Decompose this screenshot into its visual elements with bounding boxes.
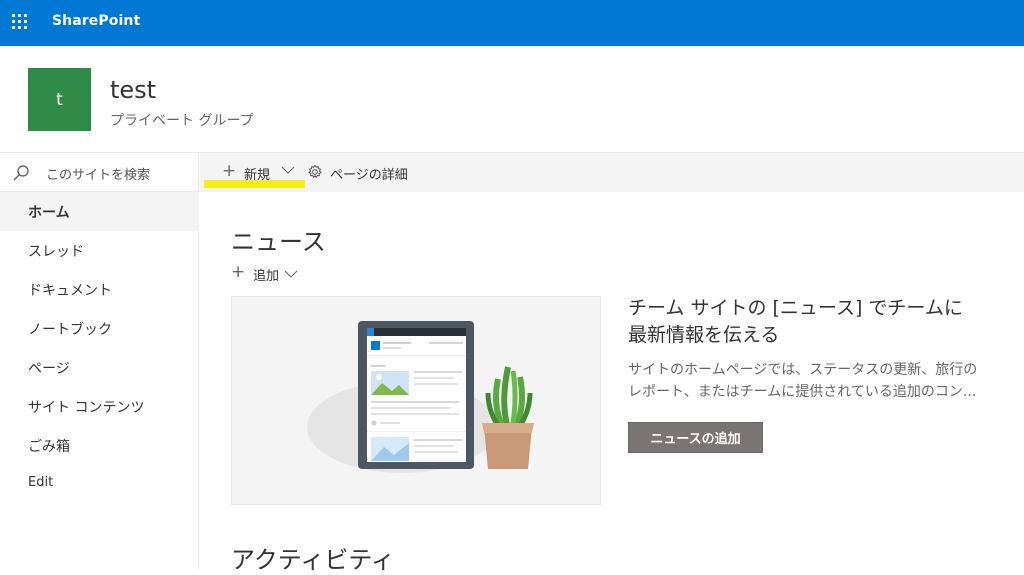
nav-item-label: スレッド (28, 244, 84, 260)
search-icon (13, 165, 29, 181)
search-box[interactable]: このサイトを検索 (0, 153, 199, 192)
promo-heading-line-2: 最新情報を伝える (628, 324, 780, 346)
site-logo[interactable]: t (28, 68, 91, 131)
add-label: 追加 (253, 269, 280, 284)
new-button[interactable]: + 新規 (222, 153, 304, 192)
site-subtitle: プライベート グループ (110, 113, 254, 129)
plus-icon: + (222, 161, 237, 181)
add-news-button[interactable]: ニュースの追加 (628, 422, 763, 453)
nav-item-label: ホーム (28, 205, 70, 221)
nav-item-label: サイト コンテンツ (28, 400, 145, 416)
news-illustration (231, 296, 601, 505)
activity-heading: アクティビティ (231, 546, 395, 574)
nav-item-label: ページ (28, 361, 70, 377)
nav-item-notebook[interactable]: ノートブック (0, 309, 199, 348)
nav-item-pages[interactable]: ページ (0, 348, 199, 387)
chevron-down-icon (281, 166, 295, 174)
new-label: 新規 (244, 168, 271, 183)
app-launcher-icon[interactable] (12, 14, 28, 30)
news-heading: ニュース (231, 228, 326, 256)
promo-heading-line-1: チーム サイトの [ニュース] でチームに (628, 297, 963, 319)
nav-item-recycle-bin[interactable]: ごみ箱 (0, 426, 199, 465)
chevron-down-icon (284, 270, 298, 278)
suite-bar: SharePoint (0, 0, 1024, 46)
site-logo-letter: t (56, 89, 63, 110)
nav-item-threads[interactable]: スレッド (0, 231, 199, 270)
nav-item-label: Edit (28, 475, 54, 490)
news-promo-heading: チーム サイトの [ニュース] でチームに 最新情報を伝える (628, 295, 1008, 349)
site-title[interactable]: test (110, 76, 156, 104)
promo-body-line-1: サイトのホームページでは、ステータスの更新、旅行の (628, 362, 978, 378)
plus-icon: + (231, 262, 246, 282)
news-promo-body: サイトのホームページでは、ステータスの更新、旅行の レポート、またはチームに提供… (628, 359, 1000, 403)
tablet-plant-illustration (307, 321, 534, 473)
nav-item-label: ドキュメント (28, 283, 112, 299)
nav-item-label: ごみ箱 (28, 439, 70, 455)
page-details-button[interactable]: ページの詳細 (306, 153, 416, 192)
nav-item-documents[interactable]: ドキュメント (0, 270, 199, 309)
add-news-link[interactable]: + 追加 (231, 262, 311, 284)
promo-body-line-2: レポート、またはチームに提供されている追加のコン... (628, 384, 977, 400)
nav-item-label: ノートブック (28, 322, 112, 338)
search-input[interactable]: このサイトを検索 (46, 164, 150, 183)
add-news-button-label: ニュースの追加 (650, 432, 741, 447)
gear-icon (308, 164, 322, 179)
left-navigation: このサイトを検索 ホーム スレッド ドキュメント ノートブック ページ サイト … (0, 153, 199, 569)
nav-item-edit[interactable]: Edit (0, 465, 199, 504)
nav-item-home[interactable]: ホーム (0, 192, 199, 231)
command-bar: + 新規 ページの詳細 (200, 153, 1024, 192)
nav-item-site-contents[interactable]: サイト コンテンツ (0, 387, 199, 426)
site-header: t test プライベート グループ (0, 46, 1024, 153)
page-details-label: ページの詳細 (330, 168, 408, 183)
app-name[interactable]: SharePoint (52, 13, 140, 29)
